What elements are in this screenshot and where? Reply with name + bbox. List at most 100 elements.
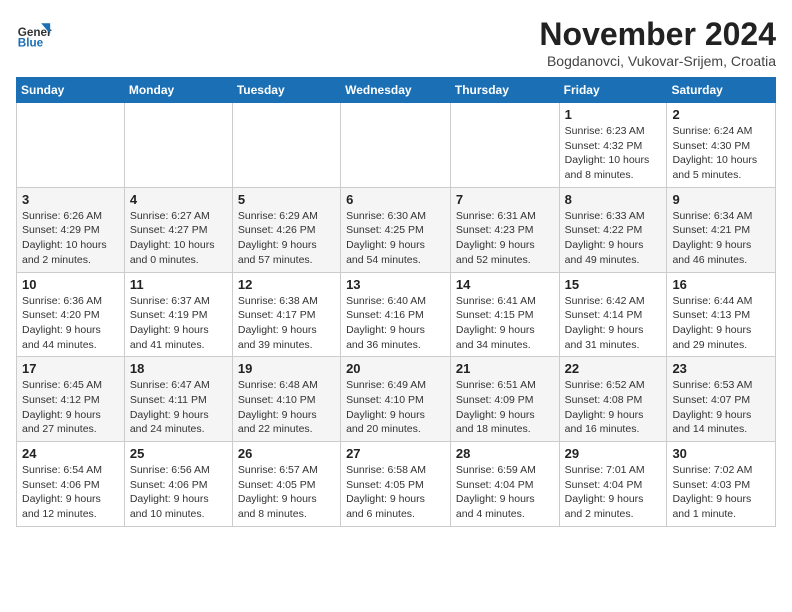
calendar-cell: 18 Sunrise: 6:47 AM Sunset: 4:11 PM Dayli… [124,357,232,442]
calendar-cell: 21 Sunrise: 6:51 AM Sunset: 4:09 PM Dayli… [450,357,559,442]
weekday-header-saturday: Saturday [667,78,776,103]
day-number: 21 [456,361,554,376]
calendar-cell: 9Sunrise: 6:34 AM Sunset: 4:21 PM Daylig… [667,187,776,272]
weekday-header-wednesday: Wednesday [341,78,451,103]
calendar-cell: 27 Sunrise: 6:58 AM Sunset: 4:05 PM Dayli… [341,442,451,527]
day-number: 18 [130,361,227,376]
calendar-cell: 13Sunrise: 6:40 AM Sunset: 4:16 PM Dayli… [341,272,451,357]
day-info: Sunrise: 6:59 AM Sunset: 4:04 PM Dayligh… [456,463,554,522]
day-info: Sunrise: 6:54 AM Sunset: 4:06 PM Dayligh… [22,463,119,522]
calendar-cell: 15Sunrise: 6:42 AM Sunset: 4:14 PM Dayli… [559,272,667,357]
calendar-cell: 16 Sunrise: 6:44 AM Sunset: 4:13 PM Dayli… [667,272,776,357]
day-info: Sunrise: 6:34 AM Sunset: 4:21 PM Dayligh… [672,209,770,268]
day-info: Sunrise: 6:57 AM Sunset: 4:05 PM Dayligh… [238,463,335,522]
day-info: Sunrise: 6:30 AM Sunset: 4:25 PM Dayligh… [346,209,445,268]
calendar-week-row: 17Sunrise: 6:45 AM Sunset: 4:12 PM Dayli… [17,357,776,442]
month-title: November 2024 [539,16,776,53]
day-info: Sunrise: 6:23 AM Sunset: 4:32 PM Dayligh… [565,124,662,183]
calendar-week-row: 24 Sunrise: 6:54 AM Sunset: 4:06 PM Dayli… [17,442,776,527]
calendar-cell: 22 Sunrise: 6:52 AM Sunset: 4:08 PM Dayli… [559,357,667,442]
calendar-cell [124,103,232,188]
calendar-cell [341,103,451,188]
day-info: Sunrise: 6:31 AM Sunset: 4:23 PM Dayligh… [456,209,554,268]
day-number: 26 [238,446,335,461]
calendar-cell: 20 Sunrise: 6:49 AM Sunset: 4:10 PM Dayli… [341,357,451,442]
calendar-cell: 8 Sunrise: 6:33 AM Sunset: 4:22 PM Daylig… [559,187,667,272]
day-info: Sunrise: 6:44 AM Sunset: 4:13 PM Dayligh… [672,294,770,353]
calendar-cell [450,103,559,188]
location: Bogdanovci, Vukovar-Srijem, Croatia [539,53,776,69]
day-number: 11 [130,277,227,292]
title-area: November 2024 Bogdanovci, Vukovar-Srijem… [539,16,776,69]
weekday-header-tuesday: Tuesday [232,78,340,103]
day-number: 24 [22,446,119,461]
day-number: 23 [672,361,770,376]
day-number: 8 [565,192,662,207]
day-number: 20 [346,361,445,376]
day-number: 16 [672,277,770,292]
day-number: 4 [130,192,227,207]
calendar-header-row: SundayMondayTuesdayWednesdayThursdayFrid… [17,78,776,103]
calendar-body: 1 Sunrise: 6:23 AM Sunset: 4:32 PM Daylig… [17,103,776,527]
svg-text:Blue: Blue [18,37,44,50]
day-info: Sunrise: 6:58 AM Sunset: 4:05 PM Dayligh… [346,463,445,522]
day-info: Sunrise: 7:02 AM Sunset: 4:03 PM Dayligh… [672,463,770,522]
calendar-cell: 6Sunrise: 6:30 AM Sunset: 4:25 PM Daylig… [341,187,451,272]
calendar-cell: 25 Sunrise: 6:56 AM Sunset: 4:06 PM Dayli… [124,442,232,527]
calendar-cell: 14Sunrise: 6:41 AM Sunset: 4:15 PM Dayli… [450,272,559,357]
day-number: 10 [22,277,119,292]
day-info: Sunrise: 6:45 AM Sunset: 4:12 PM Dayligh… [22,378,119,437]
calendar-cell: 23Sunrise: 6:53 AM Sunset: 4:07 PM Dayli… [667,357,776,442]
day-number: 28 [456,446,554,461]
logo: General Blue [16,16,52,52]
day-info: Sunrise: 6:40 AM Sunset: 4:16 PM Dayligh… [346,294,445,353]
calendar-cell [17,103,125,188]
day-info: Sunrise: 6:27 AM Sunset: 4:27 PM Dayligh… [130,209,227,268]
day-info: Sunrise: 6:48 AM Sunset: 4:10 PM Dayligh… [238,378,335,437]
day-number: 12 [238,277,335,292]
calendar-cell: 17Sunrise: 6:45 AM Sunset: 4:12 PM Dayli… [17,357,125,442]
calendar-week-row: 3 Sunrise: 6:26 AM Sunset: 4:29 PM Daylig… [17,187,776,272]
calendar-week-row: 10 Sunrise: 6:36 AM Sunset: 4:20 PM Dayli… [17,272,776,357]
day-info: Sunrise: 6:52 AM Sunset: 4:08 PM Dayligh… [565,378,662,437]
calendar-cell: 11Sunrise: 6:37 AM Sunset: 4:19 PM Dayli… [124,272,232,357]
day-info: Sunrise: 6:33 AM Sunset: 4:22 PM Dayligh… [565,209,662,268]
calendar-cell: 24 Sunrise: 6:54 AM Sunset: 4:06 PM Dayli… [17,442,125,527]
day-info: Sunrise: 6:47 AM Sunset: 4:11 PM Dayligh… [130,378,227,437]
day-info: Sunrise: 6:49 AM Sunset: 4:10 PM Dayligh… [346,378,445,437]
day-info: Sunrise: 6:56 AM Sunset: 4:06 PM Dayligh… [130,463,227,522]
day-number: 22 [565,361,662,376]
day-info: Sunrise: 6:29 AM Sunset: 4:26 PM Dayligh… [238,209,335,268]
logo-icon: General Blue [16,16,52,52]
calendar-cell [232,103,340,188]
calendar-week-row: 1 Sunrise: 6:23 AM Sunset: 4:32 PM Daylig… [17,103,776,188]
day-number: 19 [238,361,335,376]
day-info: Sunrise: 7:01 AM Sunset: 4:04 PM Dayligh… [565,463,662,522]
calendar-cell: 4 Sunrise: 6:27 AM Sunset: 4:27 PM Daylig… [124,187,232,272]
day-number: 1 [565,107,662,122]
day-info: Sunrise: 6:36 AM Sunset: 4:20 PM Dayligh… [22,294,119,353]
day-info: Sunrise: 6:38 AM Sunset: 4:17 PM Dayligh… [238,294,335,353]
day-info: Sunrise: 6:51 AM Sunset: 4:09 PM Dayligh… [456,378,554,437]
day-number: 2 [672,107,770,122]
day-number: 7 [456,192,554,207]
day-number: 3 [22,192,119,207]
calendar-cell: 29Sunrise: 7:01 AM Sunset: 4:04 PM Dayli… [559,442,667,527]
calendar-cell: 12 Sunrise: 6:38 AM Sunset: 4:17 PM Dayli… [232,272,340,357]
day-number: 30 [672,446,770,461]
calendar-cell: 26 Sunrise: 6:57 AM Sunset: 4:05 PM Dayli… [232,442,340,527]
calendar-cell: 7 Sunrise: 6:31 AM Sunset: 4:23 PM Daylig… [450,187,559,272]
day-info: Sunrise: 6:26 AM Sunset: 4:29 PM Dayligh… [22,209,119,268]
calendar-cell: 10 Sunrise: 6:36 AM Sunset: 4:20 PM Dayli… [17,272,125,357]
day-number: 5 [238,192,335,207]
day-number: 25 [130,446,227,461]
weekday-header-sunday: Sunday [17,78,125,103]
weekday-header-monday: Monday [124,78,232,103]
day-number: 14 [456,277,554,292]
day-number: 27 [346,446,445,461]
calendar-cell: 19 Sunrise: 6:48 AM Sunset: 4:10 PM Dayli… [232,357,340,442]
weekday-header-thursday: Thursday [450,78,559,103]
weekday-header-friday: Friday [559,78,667,103]
day-info: Sunrise: 6:42 AM Sunset: 4:14 PM Dayligh… [565,294,662,353]
calendar-table: SundayMondayTuesdayWednesdayThursdayFrid… [16,77,776,527]
